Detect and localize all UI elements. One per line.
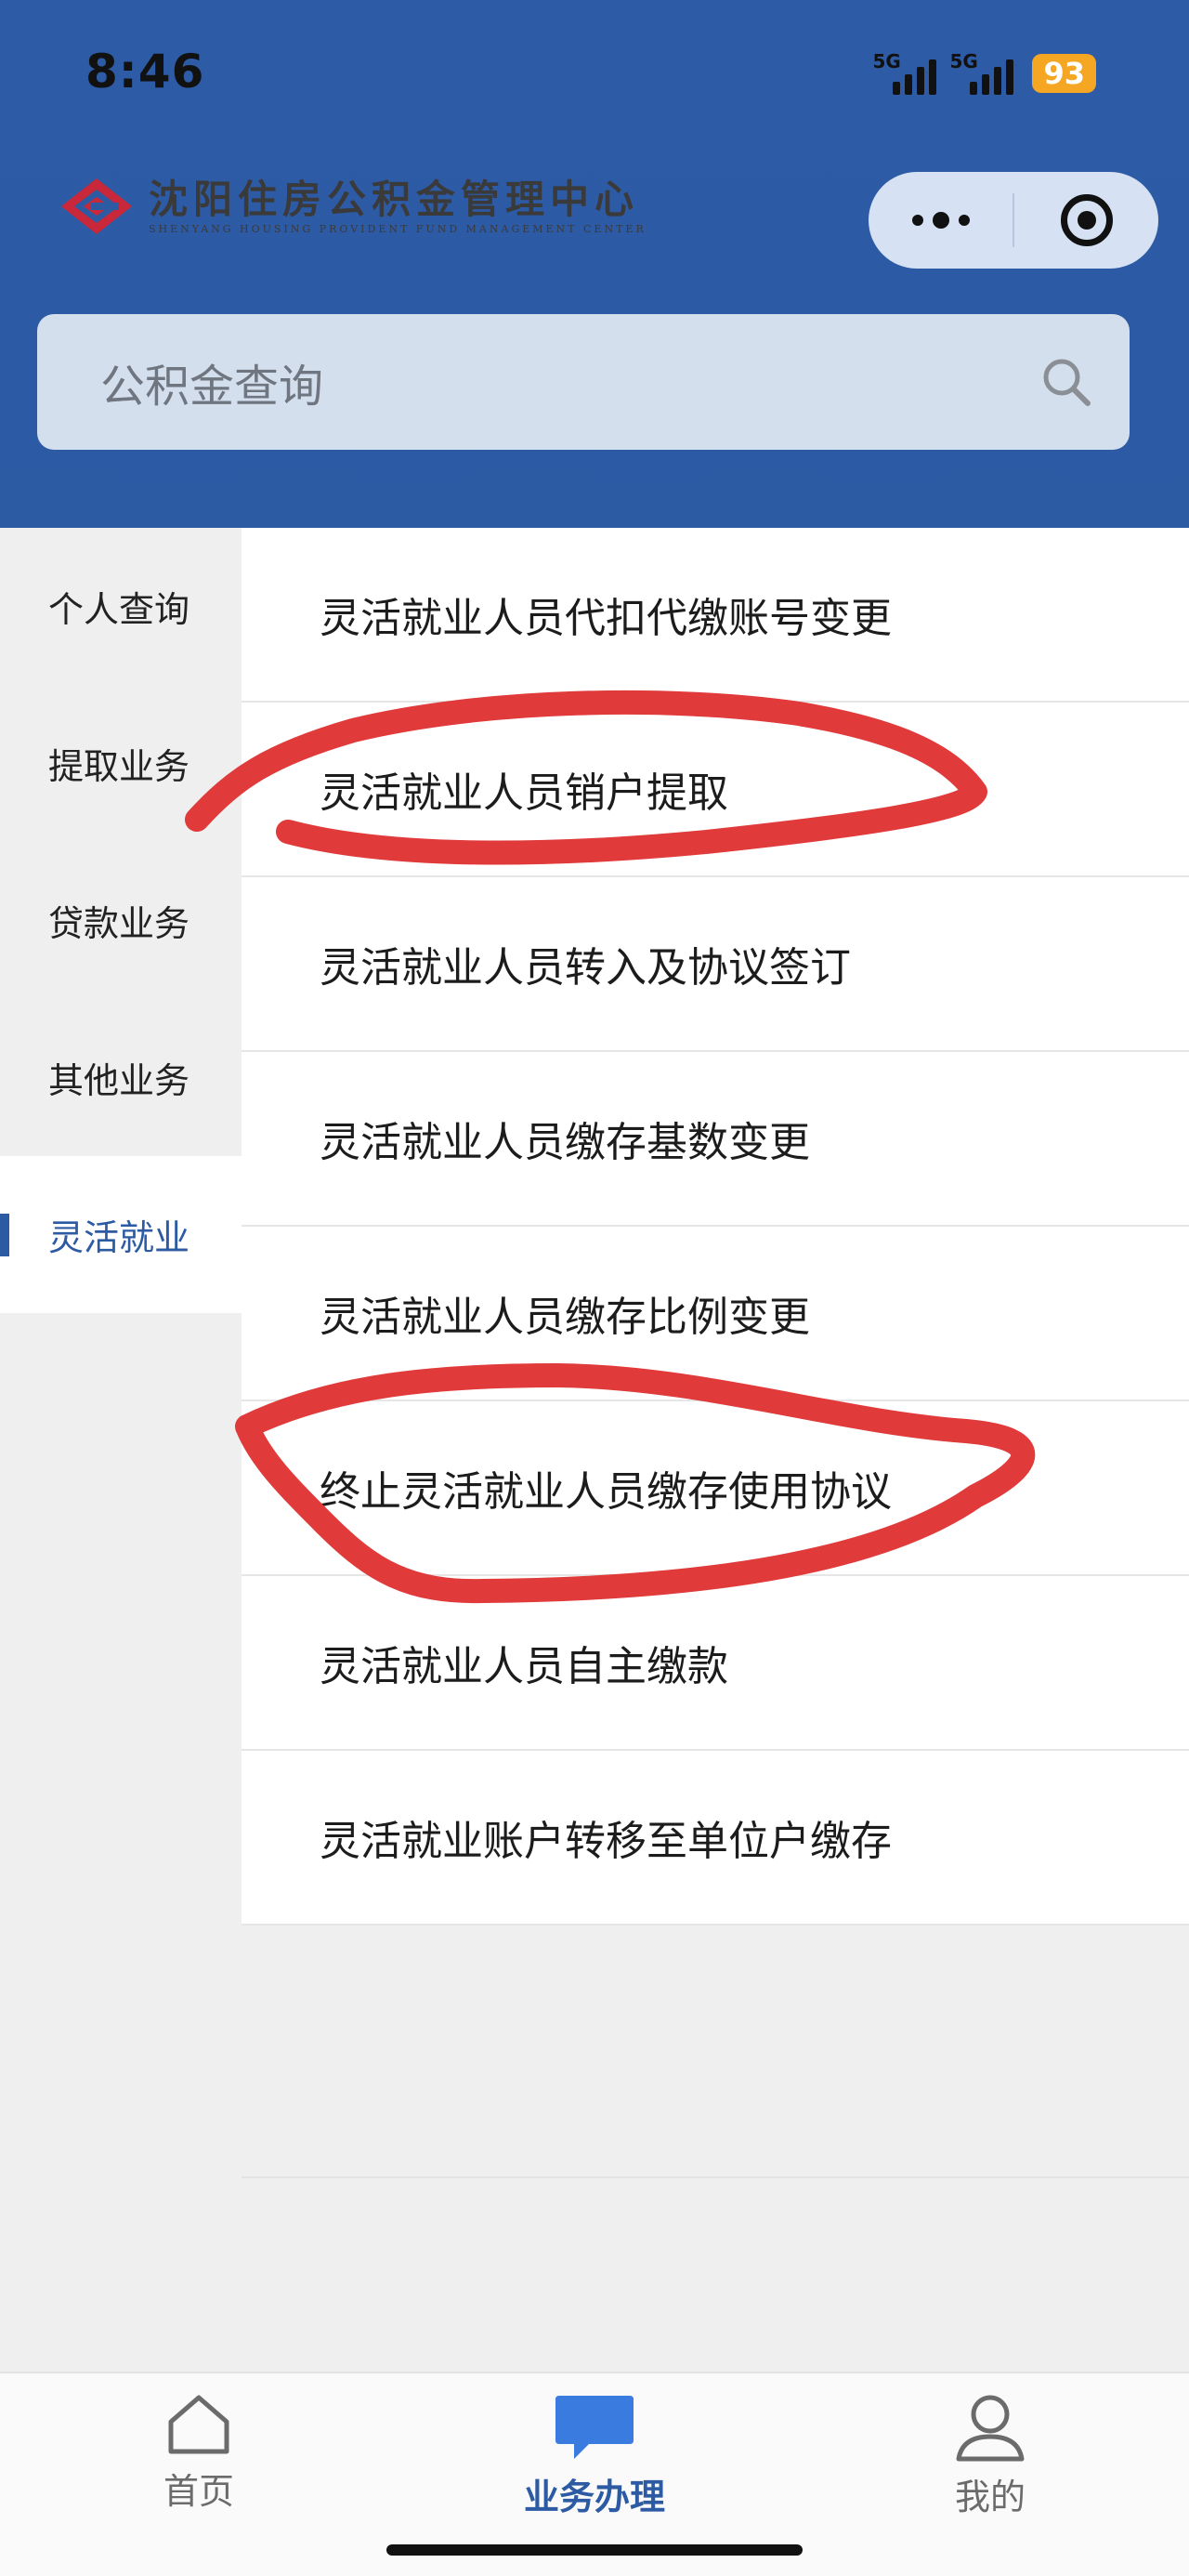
list-item-label: 灵活就业人员缴存基数变更: [320, 1119, 810, 1166]
sidebar-item-label: 个人查询: [48, 589, 190, 630]
list-item[interactable]: 灵活就业人员自主缴款: [242, 1576, 1189, 1751]
list-item[interactable]: 灵活就业人员转入及协议签订: [242, 877, 1189, 1052]
search-input[interactable]: 公积金查询: [100, 349, 1040, 414]
sidebar-item-label: 其他业务: [48, 1060, 190, 1101]
sidebar-item-label: 灵活就业: [48, 1217, 190, 1258]
logo-mark-icon: [61, 178, 132, 234]
logo-title: 沈阳住房公积金管理中心: [149, 176, 640, 222]
list-item-label: 终止灵活就业人员缴存使用协议: [320, 1468, 892, 1516]
divider: [242, 2176, 1189, 2178]
sidebar-item-label: 提取业务: [48, 746, 190, 787]
list-item-label: 灵活就业人员自主缴款: [320, 1643, 728, 1690]
tab-home[interactable]: 首页: [87, 2392, 310, 2514]
logo-subtitle: SHENYANG HOUSING PROVIDENT FUND MANAGEME…: [149, 222, 647, 235]
signal-icon-2: 5G: [949, 50, 1014, 95]
list-item-label: 灵活就业人员转入及协议签订: [320, 944, 851, 992]
status-indicators: 5G 5G 93: [872, 50, 1096, 95]
list-item-label: 灵活就业账户转移至单位户缴存: [320, 1818, 892, 1865]
sidebar-item-personal-query[interactable]: 个人查询: [0, 528, 242, 685]
battery-badge: 93: [1032, 54, 1096, 93]
sidebar-item-flexible-employment[interactable]: 灵活就业: [0, 1156, 242, 1313]
status-time: 8:46: [85, 45, 205, 99]
target-icon: [1060, 194, 1113, 246]
more-button[interactable]: [869, 212, 1013, 229]
category-sidebar: 个人查询 提取业务 贷款业务 其他业务 灵活就业: [0, 528, 242, 1313]
list-item-label: 灵活就业人员代扣代缴账号变更: [320, 595, 892, 642]
list-item[interactable]: 灵活就业账户转移至单位户缴存: [242, 1751, 1189, 1925]
close-button[interactable]: [1014, 194, 1158, 246]
tab-label: 首页: [163, 2471, 234, 2512]
tab-business[interactable]: 业务办理: [483, 2392, 706, 2519]
service-list: 灵活就业人员代扣代缴账号变更 灵活就业人员销户提取 灵活就业人员转入及协议签订 …: [242, 528, 1189, 1925]
more-dots-icon: [911, 215, 923, 226]
header: 8:46 5G 5G 93 沈阳住房公积金管理中心 SHENYANG HOUSI…: [0, 0, 1189, 528]
tab-mine[interactable]: 我的: [879, 2392, 1102, 2519]
user-icon: [956, 2395, 1025, 2462]
sidebar-item-other[interactable]: 其他业务: [0, 999, 242, 1156]
search-icon: [1043, 359, 1091, 406]
logo: 沈阳住房公积金管理中心 SHENYANG HOUSING PROVIDENT F…: [58, 175, 647, 238]
list-item[interactable]: 终止灵活就业人员缴存使用协议: [242, 1401, 1189, 1576]
list-item[interactable]: 灵活就业人员缴存基数变更: [242, 1052, 1189, 1227]
tab-label: 我的: [954, 2477, 1026, 2517]
list-item[interactable]: 灵活就业人员代扣代缴账号变更: [242, 528, 1189, 703]
list-item-label: 灵活就业人员缴存比例变更: [320, 1294, 810, 1341]
list-item[interactable]: 灵活就业人员缴存比例变更: [242, 1227, 1189, 1401]
list-item-label: 灵活就业人员销户提取: [320, 769, 728, 817]
chat-bubble-icon: [555, 2396, 634, 2459]
sidebar-item-loan[interactable]: 贷款业务: [0, 842, 242, 999]
tab-label: 业务办理: [523, 2477, 665, 2517]
signal-icon: 5G: [872, 50, 937, 95]
list-item[interactable]: 灵活就业人员销户提取: [242, 703, 1189, 877]
home-icon: [168, 2395, 229, 2454]
miniprogram-capsule: [869, 172, 1158, 269]
sidebar-item-label: 贷款业务: [48, 903, 190, 944]
search-bar[interactable]: 公积金查询: [37, 314, 1130, 450]
home-indicator: [386, 2544, 803, 2556]
sidebar-item-withdrawal[interactable]: 提取业务: [0, 685, 242, 842]
